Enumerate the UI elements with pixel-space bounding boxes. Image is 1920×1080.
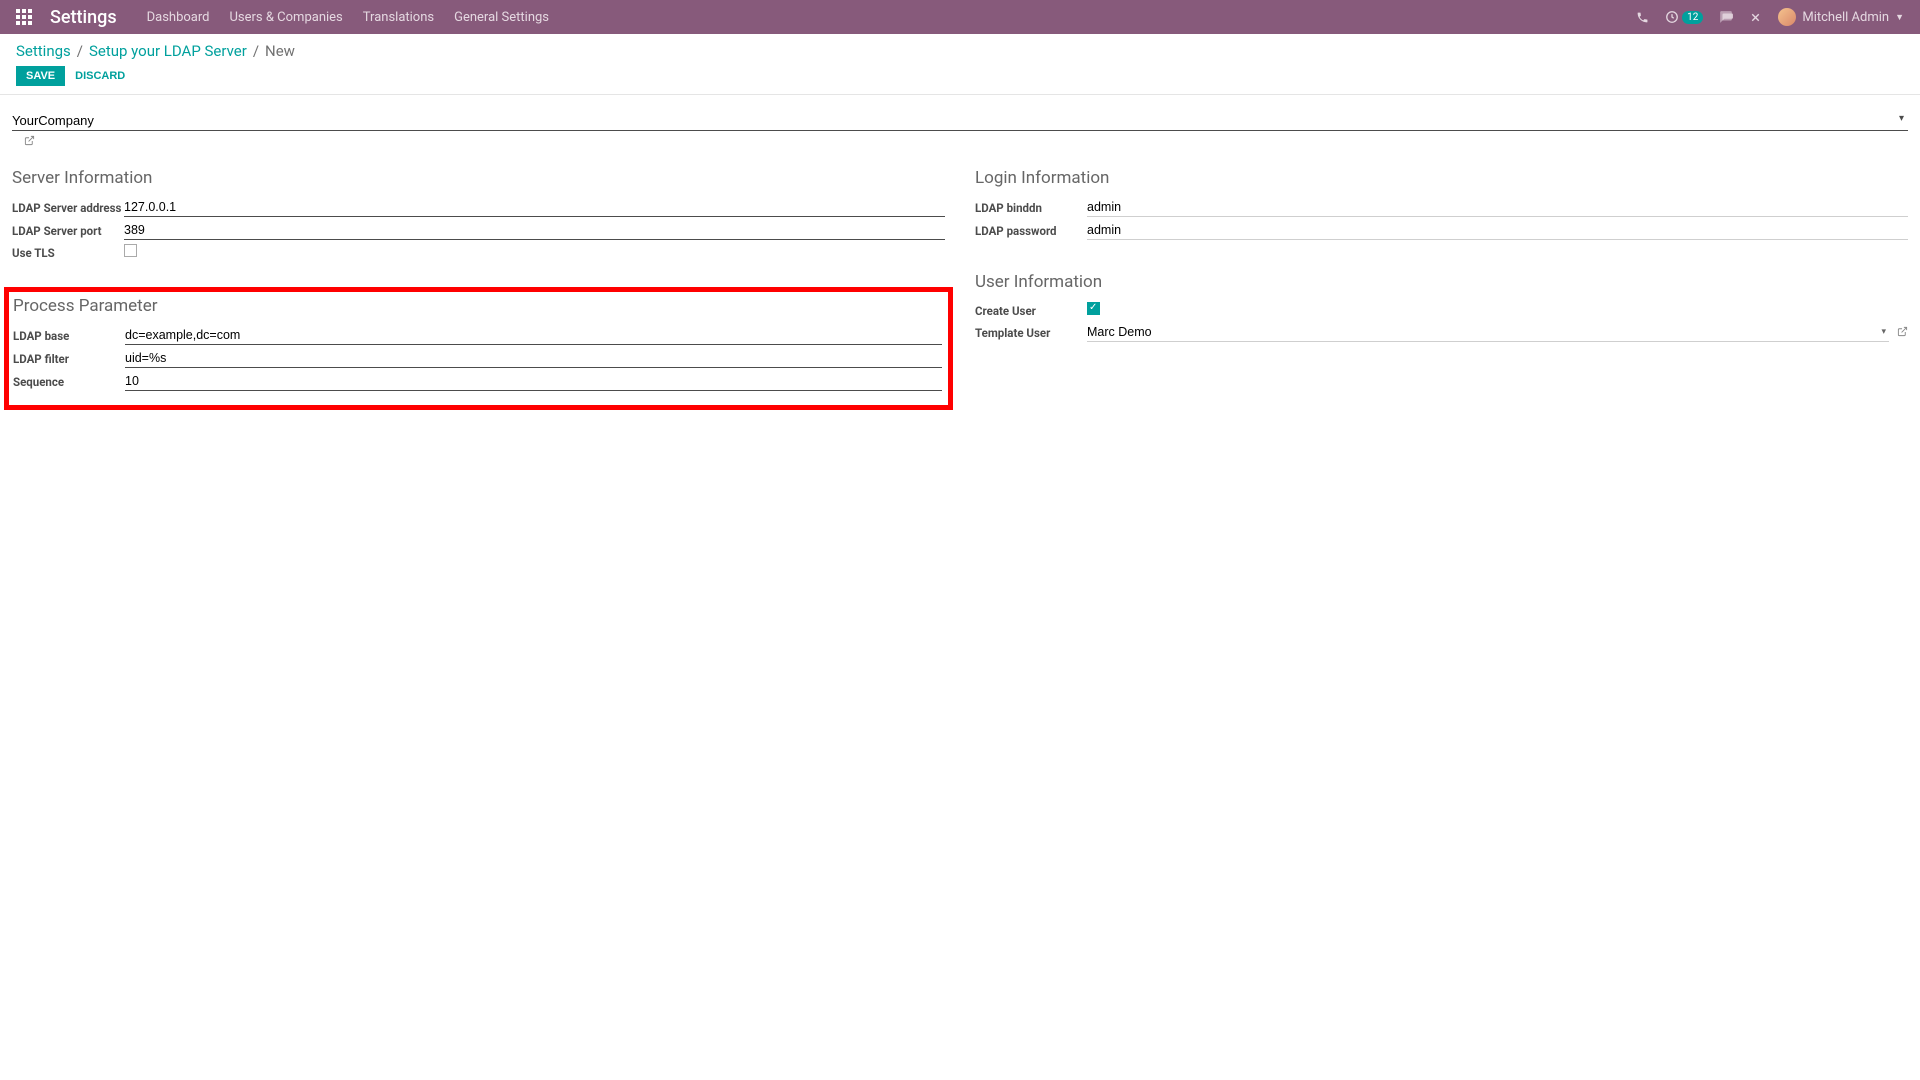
process-param-highlight: Process Parameter LDAP base LDAP filter …	[4, 287, 953, 410]
activity-icon[interactable]: 12	[1665, 10, 1703, 24]
main-navbar: Settings Dashboard Users & Companies Tra…	[0, 0, 1920, 34]
nav-users-companies[interactable]: Users & Companies	[229, 10, 342, 25]
breadcrumb-settings[interactable]: Settings	[16, 42, 71, 60]
external-link-icon[interactable]	[24, 135, 35, 149]
discard-button[interactable]: DISCARD	[75, 70, 125, 82]
cp-buttons: SAVE DISCARD	[16, 66, 1904, 86]
form-columns: Server Information LDAP Server address L…	[12, 168, 1908, 410]
ldap-address-label: LDAP Server address	[12, 201, 124, 215]
ldap-password-input[interactable]	[1087, 221, 1908, 240]
close-icon[interactable]	[1749, 11, 1762, 24]
activity-count-badge: 12	[1682, 11, 1703, 24]
breadcrumb-ldap[interactable]: Setup your LDAP Server	[89, 42, 247, 60]
user-info-title: User Information	[975, 272, 1908, 292]
user-info-section: User Information Create User Template Us…	[975, 272, 1908, 342]
create-user-checkbox[interactable]	[1087, 302, 1100, 315]
template-user-input[interactable]	[1087, 323, 1889, 342]
ldap-binddn-label: LDAP binddn	[975, 201, 1087, 215]
ldap-base-label: LDAP base	[13, 329, 125, 343]
navbar-left: Settings Dashboard Users & Companies Tra…	[16, 7, 549, 28]
save-button[interactable]: SAVE	[16, 66, 65, 86]
chevron-down-icon: ▼	[1895, 12, 1904, 23]
process-param-title: Process Parameter	[13, 296, 942, 316]
sequence-label: Sequence	[13, 375, 125, 389]
ldap-password-label: LDAP password	[975, 224, 1087, 238]
breadcrumb-sep: /	[253, 42, 259, 60]
nav-links: Dashboard Users & Companies Translations…	[147, 10, 549, 25]
right-column: Login Information LDAP binddn LDAP passw…	[975, 168, 1908, 410]
breadcrumb-current: New	[265, 42, 295, 60]
company-row	[12, 111, 1908, 150]
form-sheet: Server Information LDAP Server address L…	[0, 95, 1920, 450]
nav-translations[interactable]: Translations	[363, 10, 434, 25]
login-info-title: Login Information	[975, 168, 1908, 188]
server-info-title: Server Information	[12, 168, 945, 188]
ldap-binddn-input[interactable]	[1087, 198, 1908, 217]
app-title[interactable]: Settings	[50, 7, 117, 28]
use-tls-label: Use TLS	[12, 246, 124, 260]
breadcrumb: Settings / Setup your LDAP Server / New	[16, 42, 1904, 60]
ldap-base-input[interactable]	[125, 326, 942, 345]
phone-icon[interactable]	[1636, 11, 1649, 24]
navbar-right: 12 Mitchell Admin ▼	[1636, 8, 1904, 26]
ldap-filter-input[interactable]	[125, 349, 942, 368]
breadcrumb-sep: /	[77, 42, 83, 60]
server-info-section: Server Information LDAP Server address L…	[12, 168, 945, 261]
use-tls-checkbox[interactable]	[124, 244, 137, 257]
user-name: Mitchell Admin	[1802, 10, 1889, 25]
login-info-section: Login Information LDAP binddn LDAP passw…	[975, 168, 1908, 240]
avatar	[1778, 8, 1796, 26]
external-link-icon[interactable]	[1897, 326, 1908, 340]
company-input[interactable]	[12, 111, 1908, 131]
control-panel: Settings / Setup your LDAP Server / New …	[0, 34, 1920, 95]
ldap-filter-label: LDAP filter	[13, 352, 125, 366]
sequence-input[interactable]	[125, 372, 942, 391]
template-user-label: Template User	[975, 326, 1087, 340]
ldap-port-input[interactable]	[124, 221, 945, 240]
ldap-address-input[interactable]	[124, 198, 945, 217]
messaging-icon[interactable]	[1719, 10, 1733, 24]
nav-dashboard[interactable]: Dashboard	[147, 10, 210, 25]
nav-general-settings[interactable]: General Settings	[454, 10, 549, 25]
left-column: Server Information LDAP Server address L…	[12, 168, 945, 410]
ldap-port-label: LDAP Server port	[12, 224, 124, 238]
user-menu[interactable]: Mitchell Admin ▼	[1778, 8, 1904, 26]
apps-icon[interactable]	[16, 9, 32, 25]
create-user-label: Create User	[975, 304, 1087, 318]
